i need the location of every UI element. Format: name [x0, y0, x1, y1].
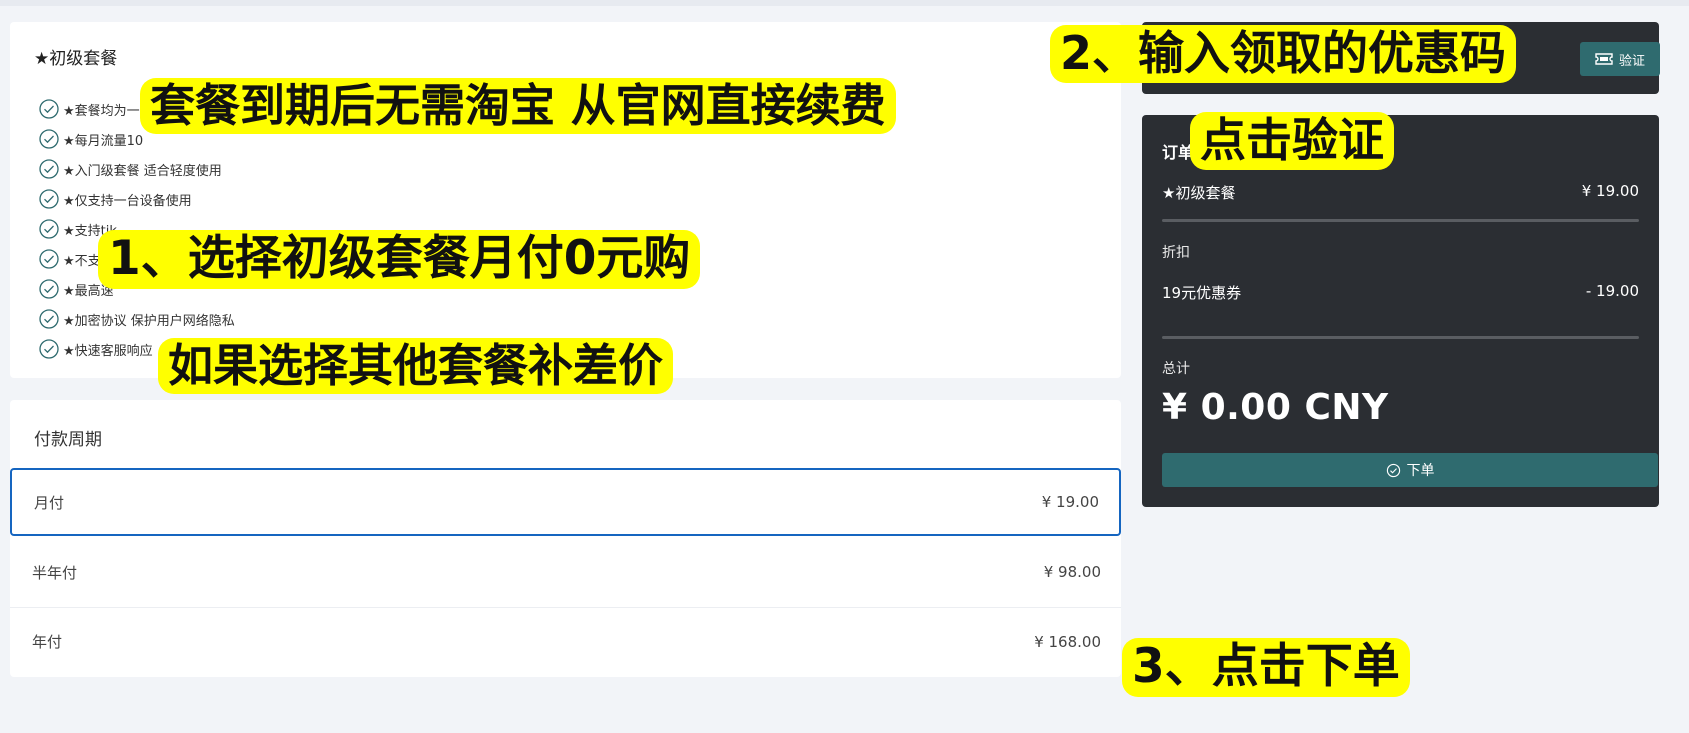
check-circle-icon [39, 339, 59, 359]
period-price: ¥ 19.00 [1041, 493, 1099, 511]
coupon-amount: - 19.00 [1585, 282, 1639, 300]
period-price: ¥ 98.00 [1043, 563, 1101, 581]
check-circle-icon [39, 279, 59, 299]
check-circle-icon [39, 249, 59, 269]
total-label: 总计 [1162, 361, 1190, 377]
billing-period-title: 付款周期 [34, 430, 102, 450]
feature-text: ★加密协议 保护用户网络隐私 [63, 313, 235, 329]
feature-item: ★入门级套餐 适合轻度使用 [38, 154, 235, 184]
top-strip [0, 0, 1689, 6]
check-circle-icon [39, 309, 59, 329]
plan-card: ★初级套餐 ★套餐均为一 ★每月流量10 ★入门级套餐 适合轻度使用 ★仅支持一… [10, 22, 1121, 378]
verify-label: 验证 [1618, 53, 1645, 69]
ticket-icon [1595, 53, 1613, 65]
period-label: 年付 [32, 633, 63, 651]
feature-list: ★套餐均为一 ★每月流量10 ★入门级套餐 适合轻度使用 ★仅支持一台设备使用 … [38, 94, 235, 364]
annotation-renew-note: 套餐到期后无需淘宝 从官网直接续费 [140, 78, 896, 135]
order-summary-card: 订单 ★初级套餐 ¥ 19.00 折扣 19元优惠券 - 19.00 总计 ¥ … [1142, 115, 1659, 507]
coupon-discount-line: 19元优惠券 - 19.00 [1162, 282, 1639, 303]
discount-label: 折扣 [1162, 245, 1190, 261]
total-value: ¥ 0.00 CNY [1162, 387, 1389, 428]
feature-text: ★快速客服响应 [63, 343, 153, 359]
plan-title: ★初级套餐 [34, 49, 118, 69]
divider [1162, 336, 1639, 339]
place-order-button[interactable]: 下单 [1162, 453, 1658, 487]
period-price: ¥ 168.00 [1034, 632, 1101, 651]
annotation-step3: 3、点击下单 [1122, 638, 1410, 697]
annotation-step2-sub: 点击验证 [1190, 112, 1394, 170]
place-order-label: 下单 [1406, 463, 1435, 479]
period-label: 月付 [34, 493, 65, 512]
feature-item: ★仅支持一台设备使用 [38, 184, 235, 214]
check-circle-icon [39, 219, 59, 239]
annotation-step2: 2、输入领取的优惠码 [1050, 25, 1517, 83]
verify-button[interactable]: 验证 [1580, 42, 1660, 76]
billing-period-card: 付款周期 月付 ¥ 19.00 半年付 ¥ 98.00 年付 ¥ 168.00 [10, 400, 1121, 677]
period-option-monthly[interactable]: 月付 ¥ 19.00 [10, 468, 1121, 536]
period-option-half-year[interactable]: 半年付 ¥ 98.00 [10, 538, 1121, 606]
order-item-line: ★初级套餐 ¥ 19.00 [1162, 182, 1639, 203]
order-item-name: ★初级套餐 [1162, 184, 1236, 202]
feature-text: ★每月流量10 [63, 133, 144, 149]
feature-item: ★加密协议 保护用户网络隐私 [38, 304, 235, 334]
check-circle-icon [39, 99, 59, 119]
feature-text: ★仅支持一台设备使用 [63, 193, 192, 209]
feature-text: ★套餐均为一 [63, 103, 140, 119]
coupon-name: 19元优惠券 [1162, 284, 1242, 302]
annotation-step1-note: 如果选择其他套餐补差价 [158, 338, 674, 395]
period-label: 半年付 [32, 563, 78, 582]
order-item-price: ¥ 19.00 [1581, 182, 1639, 200]
feature-text: ★入门级套餐 适合轻度使用 [63, 163, 222, 179]
divider [1162, 219, 1639, 222]
check-circle-icon [39, 129, 59, 149]
feature-text: ★不支 [63, 253, 101, 269]
check-circle-icon [1386, 463, 1400, 477]
annotation-step1: 1、选择初级套餐月付0元购 [98, 230, 701, 289]
period-option-yearly[interactable]: 年付 ¥ 168.00 [10, 607, 1121, 675]
check-circle-icon [39, 159, 59, 179]
check-circle-icon [39, 189, 59, 209]
